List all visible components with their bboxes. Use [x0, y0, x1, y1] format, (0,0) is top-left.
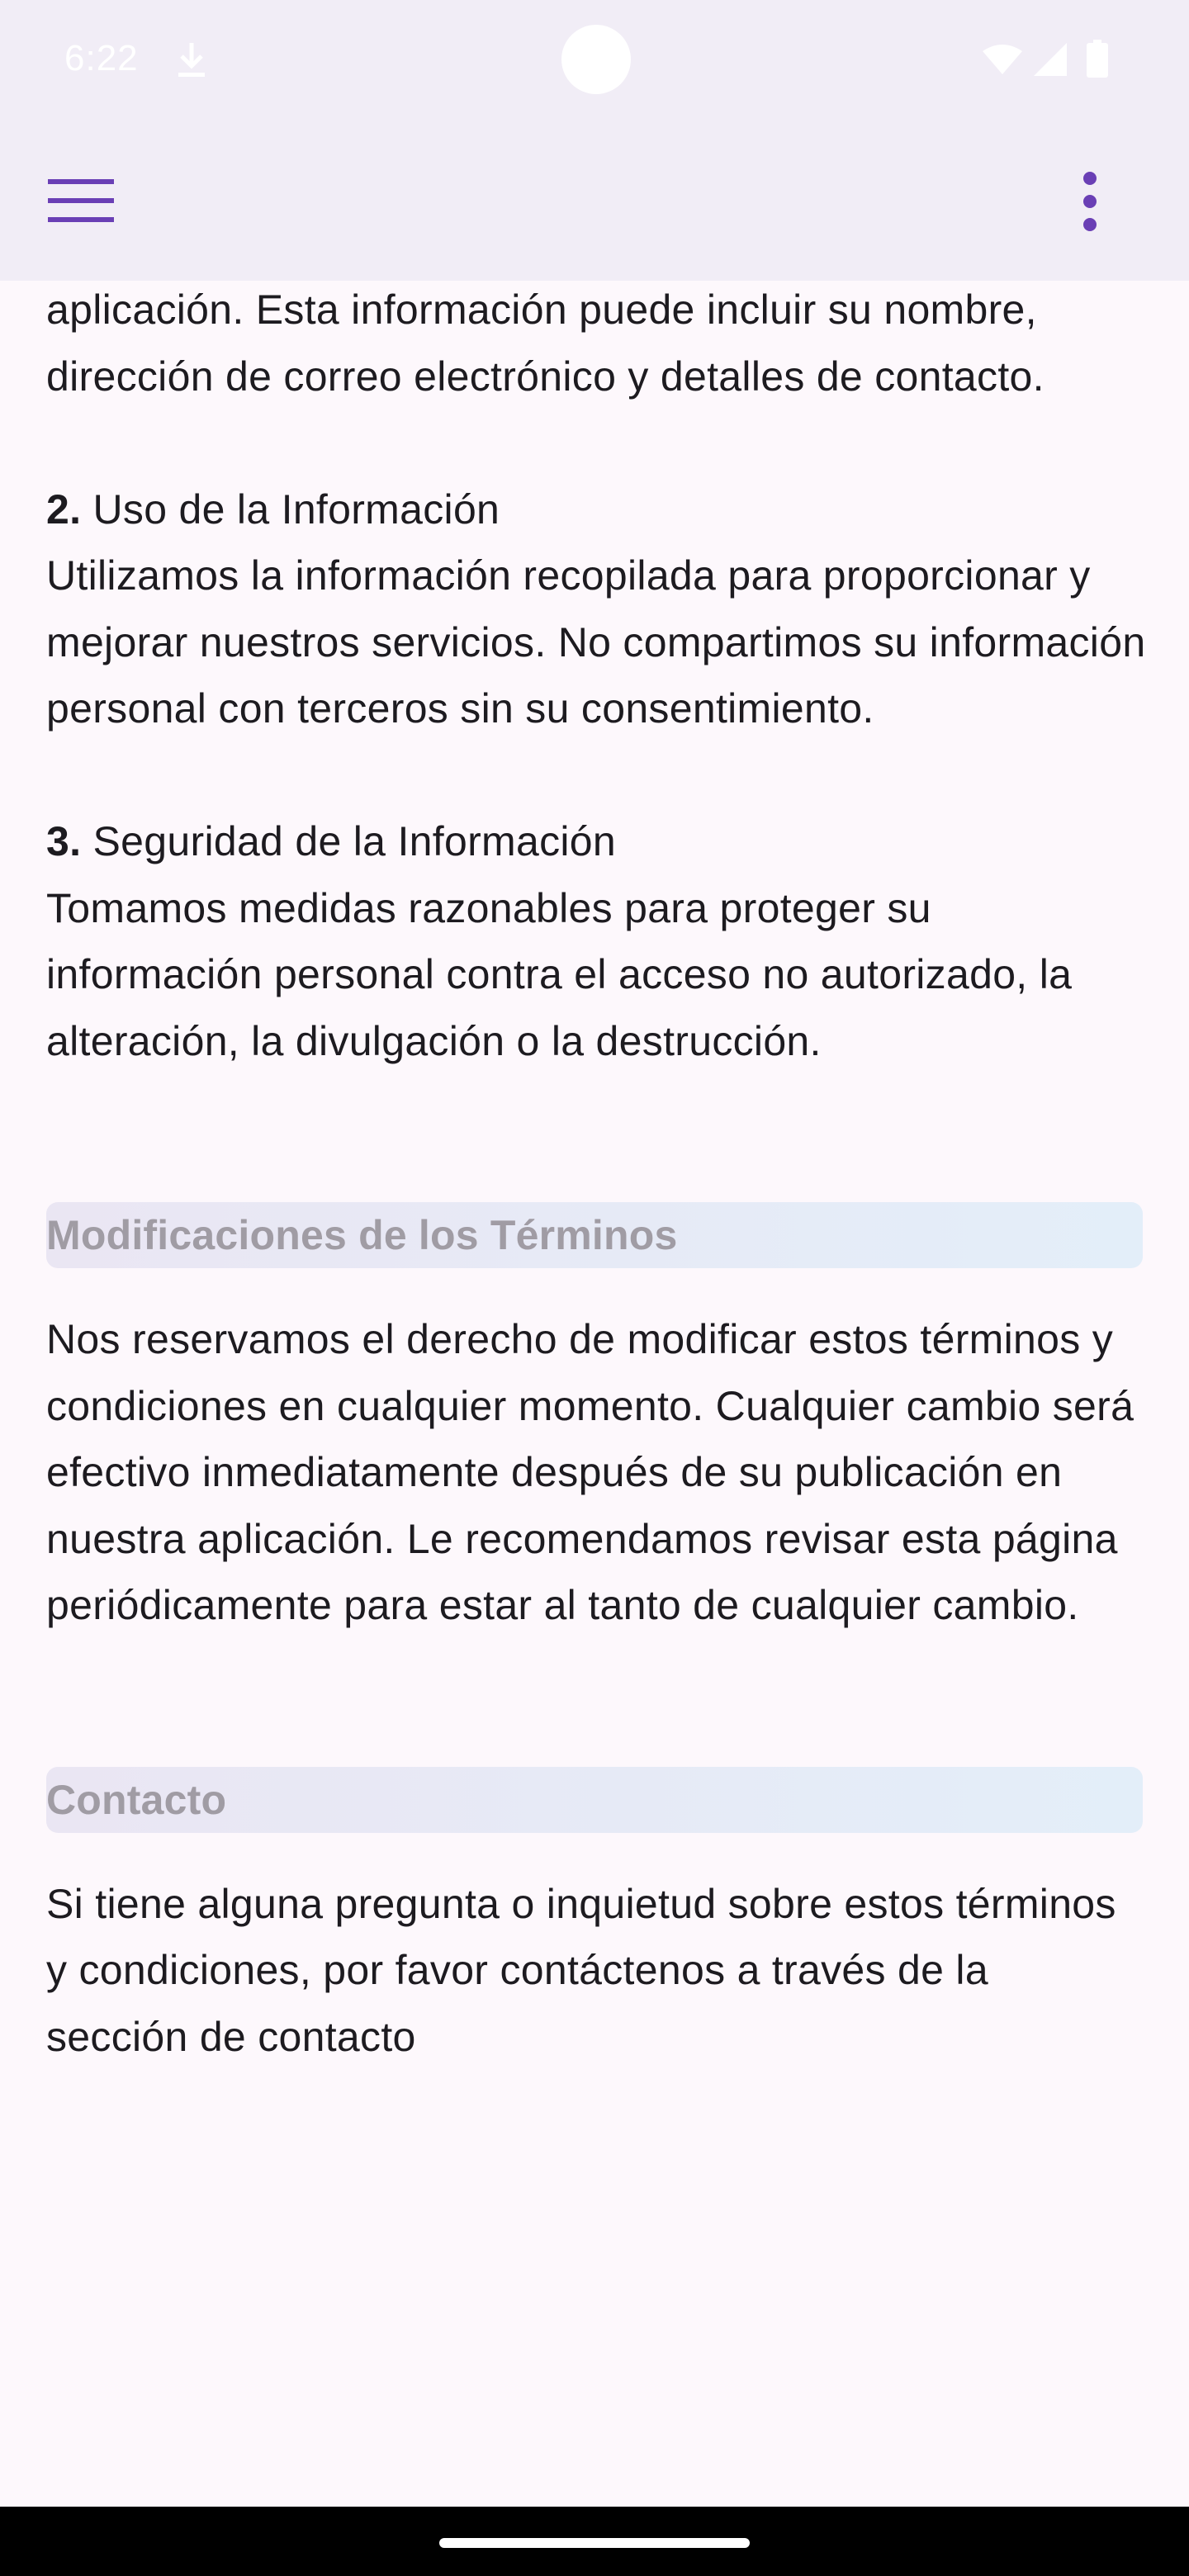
- more-options-button[interactable]: [1057, 162, 1123, 244]
- section-item-3: 3. Seguridad de la Información Tomamos m…: [46, 808, 1143, 1074]
- item-2-body: Utilizamos la información recopilada par…: [46, 552, 1146, 732]
- status-time: 6:22: [64, 38, 139, 78]
- app-bar: 6:22: [0, 0, 1189, 281]
- home-handle[interactable]: [439, 2538, 750, 2548]
- modifications-header-label: Modificaciones de los Términos: [46, 1212, 678, 1258]
- contact-header: Contacto: [46, 1766, 1143, 1833]
- intro-paragraph: aplicación. Esta información puede inclu…: [46, 286, 1045, 400]
- item-2-number: 2.: [46, 485, 82, 533]
- camera-cutout: [561, 25, 631, 94]
- item-3-number: 3.: [46, 818, 82, 864]
- item-3-title: Seguridad de la Información: [92, 818, 617, 864]
- contact-header-label: Contacto: [46, 1776, 227, 1823]
- menu-button[interactable]: [40, 165, 122, 239]
- wifi-icon: [981, 43, 1024, 80]
- more-vert-icon: [1080, 170, 1100, 237]
- download-icon: [175, 40, 208, 85]
- battery-icon: [1085, 40, 1110, 83]
- menu-icon: [46, 176, 116, 230]
- navigation-bar: [0, 2507, 1189, 2576]
- section-item-2: 2. Uso de la Información Utilizamos la i…: [46, 476, 1145, 742]
- modifications-header: Modificaciones de los Términos: [46, 1202, 1143, 1268]
- item-3-body: Tomamos medidas razonables para proteger…: [46, 884, 1073, 1064]
- contact-body: Si tiene alguna pregunta o inquietud sob…: [46, 1880, 1116, 2060]
- modifications-body: Nos reservamos el derecho de modificar e…: [46, 1316, 1135, 1628]
- signal-icon: [1032, 41, 1068, 82]
- terms-content: aplicación. Esta información puede inclu…: [0, 0, 1189, 2507]
- item-2-title: Uso de la Información: [92, 485, 500, 533]
